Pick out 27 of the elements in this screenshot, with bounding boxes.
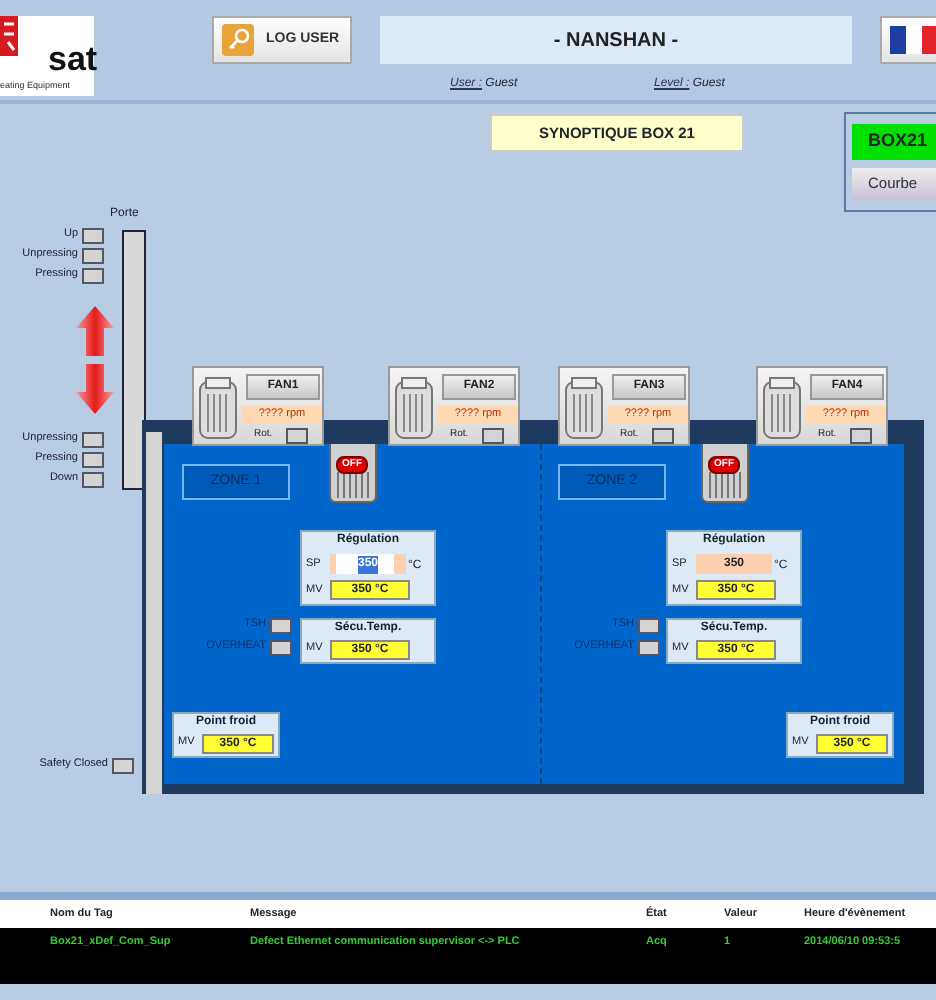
status-indicator <box>112 758 134 774</box>
fan-motor-icon <box>564 376 604 440</box>
box-name: BOX21 <box>852 124 936 160</box>
up-arrow-icon <box>76 306 114 356</box>
fan-motor-icon <box>394 376 434 440</box>
status-indicator <box>82 432 104 448</box>
rotation-indicator <box>652 428 674 444</box>
rotation-indicator <box>850 428 872 444</box>
status-indicator <box>82 228 104 244</box>
language-button[interactable] <box>880 16 936 64</box>
fan-motor-icon <box>198 376 238 440</box>
key-icon <box>222 24 254 56</box>
rotation-indicator <box>286 428 308 444</box>
status-indicator <box>82 452 104 468</box>
status-indicator <box>270 618 292 634</box>
status-indicator <box>638 618 660 634</box>
rotation-indicator <box>482 428 504 444</box>
status-indicator <box>638 640 660 656</box>
status-indicator <box>82 268 104 284</box>
status-indicator <box>82 248 104 264</box>
down-arrow-icon <box>76 364 114 414</box>
fan-motor-icon <box>762 376 802 440</box>
flag-icon <box>890 26 936 54</box>
status-indicator <box>270 640 292 656</box>
status-indicator <box>82 472 104 488</box>
site-title: - NANSHAN - <box>380 16 852 64</box>
logo-text: sat <box>48 42 98 76</box>
